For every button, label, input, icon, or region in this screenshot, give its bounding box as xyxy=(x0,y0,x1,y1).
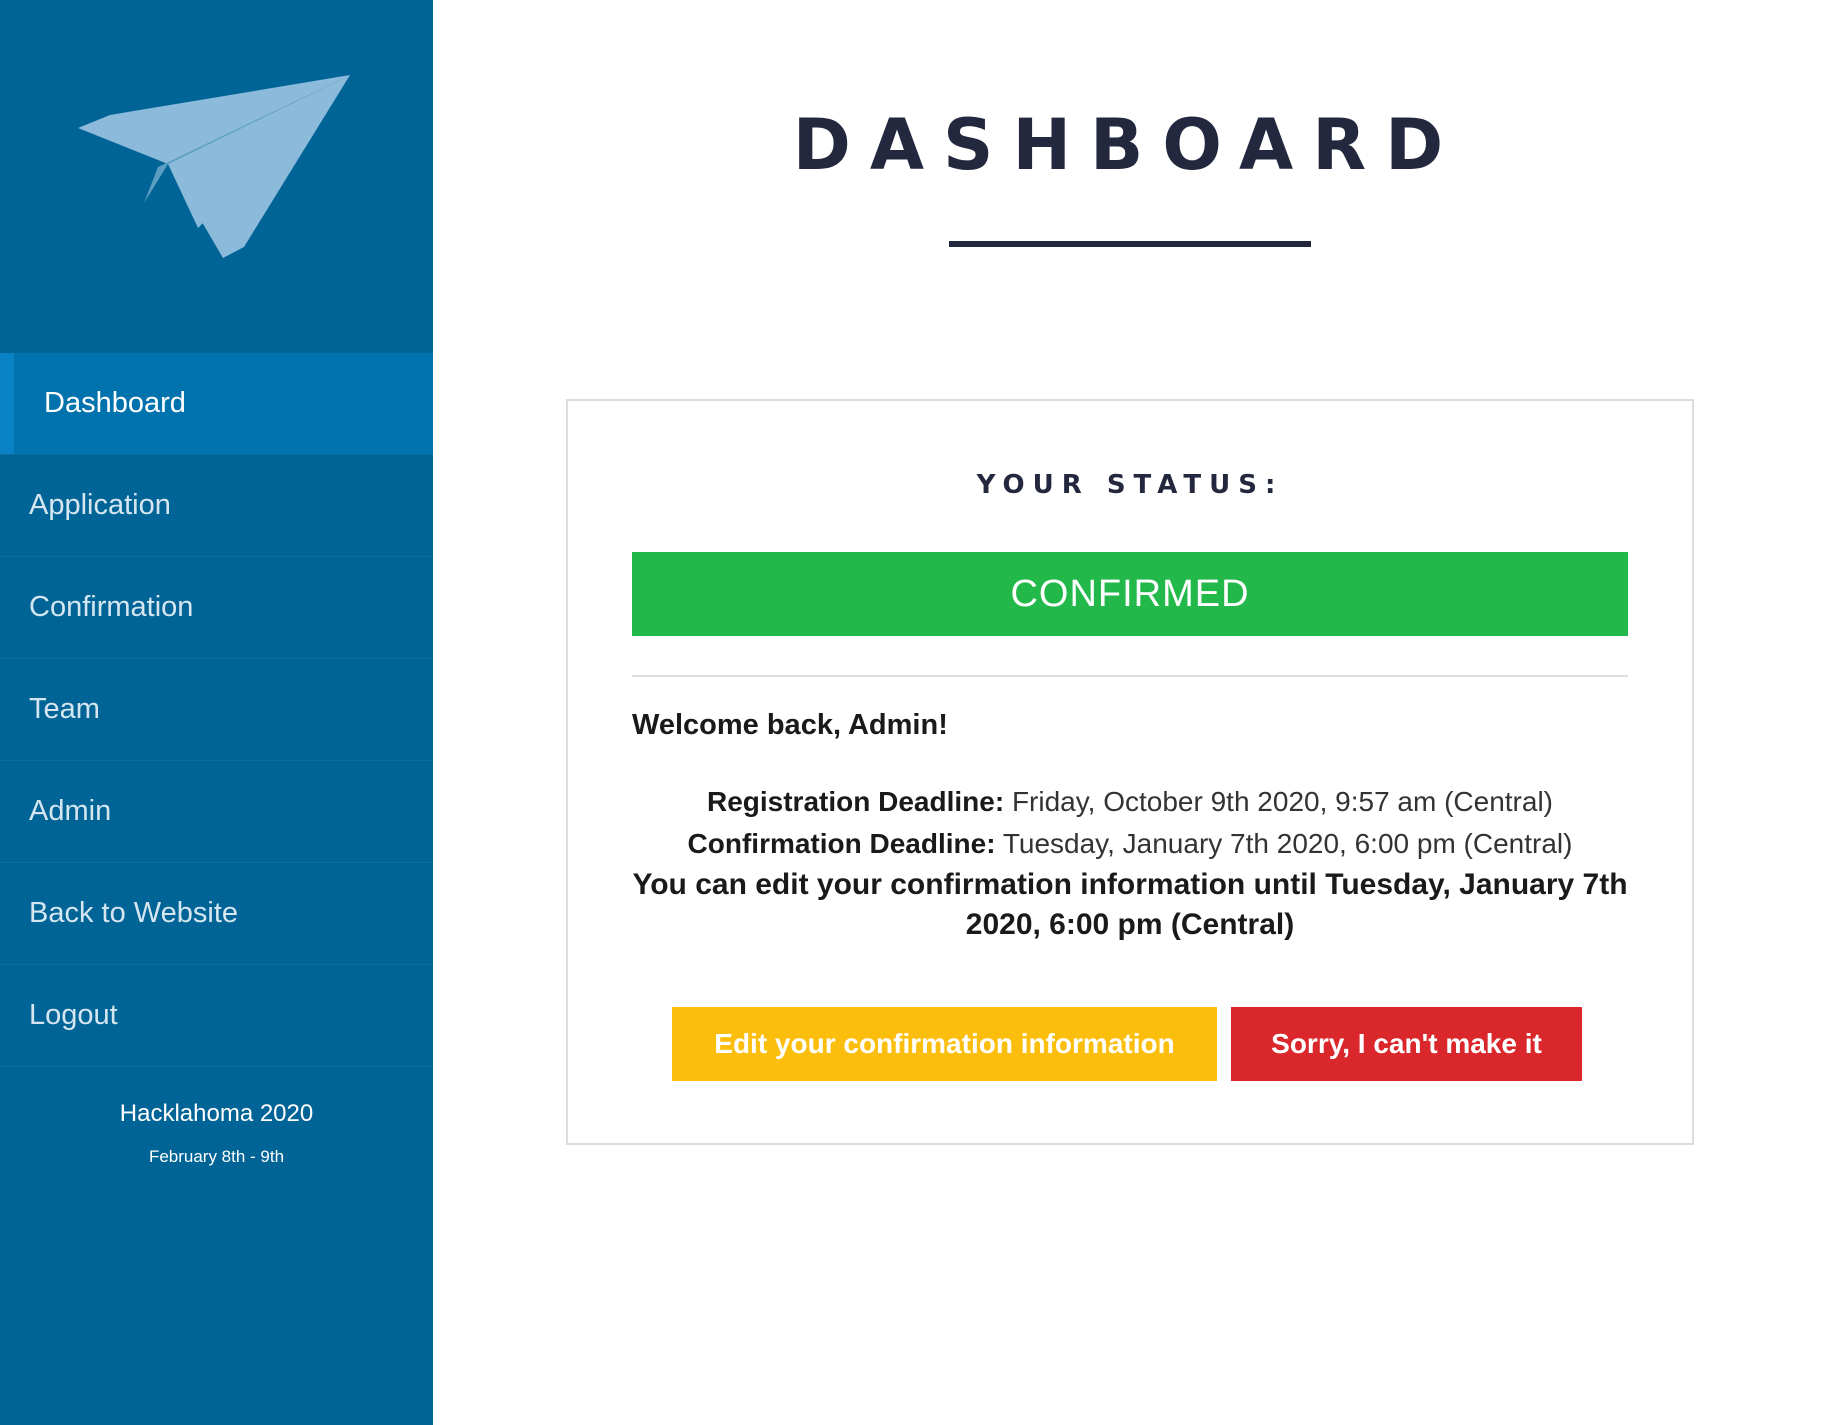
status-card: YOUR STATUS: CONFIRMED Welcome back, Adm… xyxy=(566,399,1694,1145)
sidebar-item-back-to-website[interactable]: Back to Website xyxy=(0,863,433,965)
confirmation-deadline: Confirmation Deadline: Tuesday, January … xyxy=(632,823,1628,865)
event-dates: February 8th - 9th xyxy=(148,1147,285,1166)
sidebar-item-label: Confirmation xyxy=(29,591,194,623)
sidebar-item-label: Team xyxy=(29,693,100,725)
decline-button[interactable]: Sorry, I can't make it xyxy=(1231,1007,1582,1081)
sidebar-nav: Dashboard Application Confirmation Team … xyxy=(0,353,433,1067)
registration-deadline-value: Friday, October 9th 2020, 9:57 am (Centr… xyxy=(1011,786,1554,817)
app-root: Dashboard Application Confirmation Team … xyxy=(0,0,1822,1425)
title-divider xyxy=(949,241,1311,247)
status-heading: YOUR STATUS: xyxy=(976,470,1284,500)
sidebar-item-label: Dashboard xyxy=(44,387,186,419)
edit-confirmation-button[interactable]: Edit your confirmation information xyxy=(672,1007,1217,1081)
sidebar-footer: Hacklahoma 2020 February 8th - 9th xyxy=(0,1098,433,1170)
confirmation-deadline-value: Tuesday, January 7th 2020, 6:00 pm (Cent… xyxy=(1002,828,1573,859)
sidebar-item-confirmation[interactable]: Confirmation xyxy=(0,557,433,659)
sidebar-item-label: Logout xyxy=(29,999,118,1031)
sidebar-item-team[interactable]: Team xyxy=(0,659,433,761)
sidebar-item-admin[interactable]: Admin xyxy=(0,761,433,863)
sidebar: Dashboard Application Confirmation Team … xyxy=(0,0,433,1425)
sidebar-item-label: Application xyxy=(29,489,171,521)
paper-plane-icon xyxy=(78,72,354,272)
event-name: Hacklahoma 2020 xyxy=(119,1100,314,1127)
sidebar-item-label: Admin xyxy=(29,795,112,827)
sidebar-item-logout[interactable]: Logout xyxy=(0,965,433,1067)
edit-deadline-note: You can edit your confirmation informati… xyxy=(632,868,1628,941)
sidebar-item-application[interactable]: Application xyxy=(0,455,433,557)
sidebar-item-dashboard[interactable]: Dashboard xyxy=(0,353,433,455)
registration-deadline-label: Registration Deadline: xyxy=(706,786,1005,817)
sidebar-item-label: Back to Website xyxy=(29,897,239,929)
card-divider xyxy=(632,675,1628,677)
page-title: DASHBOARD xyxy=(792,104,1463,186)
welcome-message: Welcome back, Admin! xyxy=(632,709,948,741)
confirmation-deadline-label: Confirmation Deadline: xyxy=(687,828,996,859)
registration-deadline: Registration Deadline: Friday, October 9… xyxy=(632,781,1628,823)
status-badge: CONFIRMED xyxy=(632,552,1628,636)
deadlines-block: Registration Deadline: Friday, October 9… xyxy=(632,781,1628,945)
